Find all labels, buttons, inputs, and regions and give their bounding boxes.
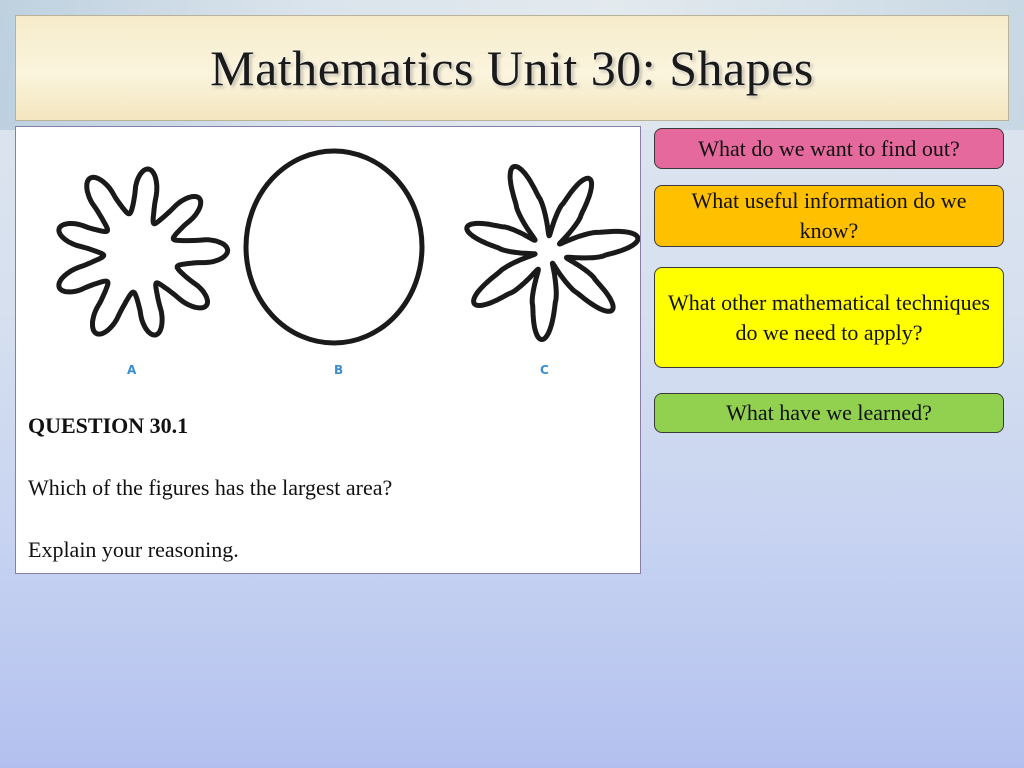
figure-c-shape xyxy=(464,164,640,342)
question-panel: A B C QUESTION 30.1 Which of the figures… xyxy=(15,126,641,574)
prompt-learned-text: What have we learned? xyxy=(726,400,932,425)
question-text: Which of the figures has the largest are… xyxy=(28,475,393,500)
figure-c-label: C xyxy=(540,363,549,377)
question-instruction: Explain your reasoning. xyxy=(28,537,239,562)
prompt-useful-information: What useful information do we know? xyxy=(654,185,1004,247)
title-banner: Mathematics Unit 30: Shapes xyxy=(15,15,1009,121)
prompt-find-out-text: What do we want to find out? xyxy=(698,135,960,161)
prompt-useful-information-text: What useful information do we know? xyxy=(691,188,967,243)
figure-b-circle xyxy=(243,148,425,346)
shape-figures xyxy=(56,148,640,346)
question-heading: QUESTION 30.1 xyxy=(28,413,189,438)
prompt-techniques-text: What other mathematical techniques do we… xyxy=(668,289,990,345)
figure-a-shape xyxy=(56,166,231,338)
prompt-learned: What have we learned? xyxy=(654,393,1004,433)
prompt-techniques: What other mathematical techniques do we… xyxy=(654,267,1004,368)
page-title: Mathematics Unit 30: Shapes xyxy=(210,40,814,96)
figure-b-label: B xyxy=(334,363,344,377)
prompt-find-out: What do we want to find out? xyxy=(654,128,1004,169)
figure-a-label: A xyxy=(127,363,137,377)
